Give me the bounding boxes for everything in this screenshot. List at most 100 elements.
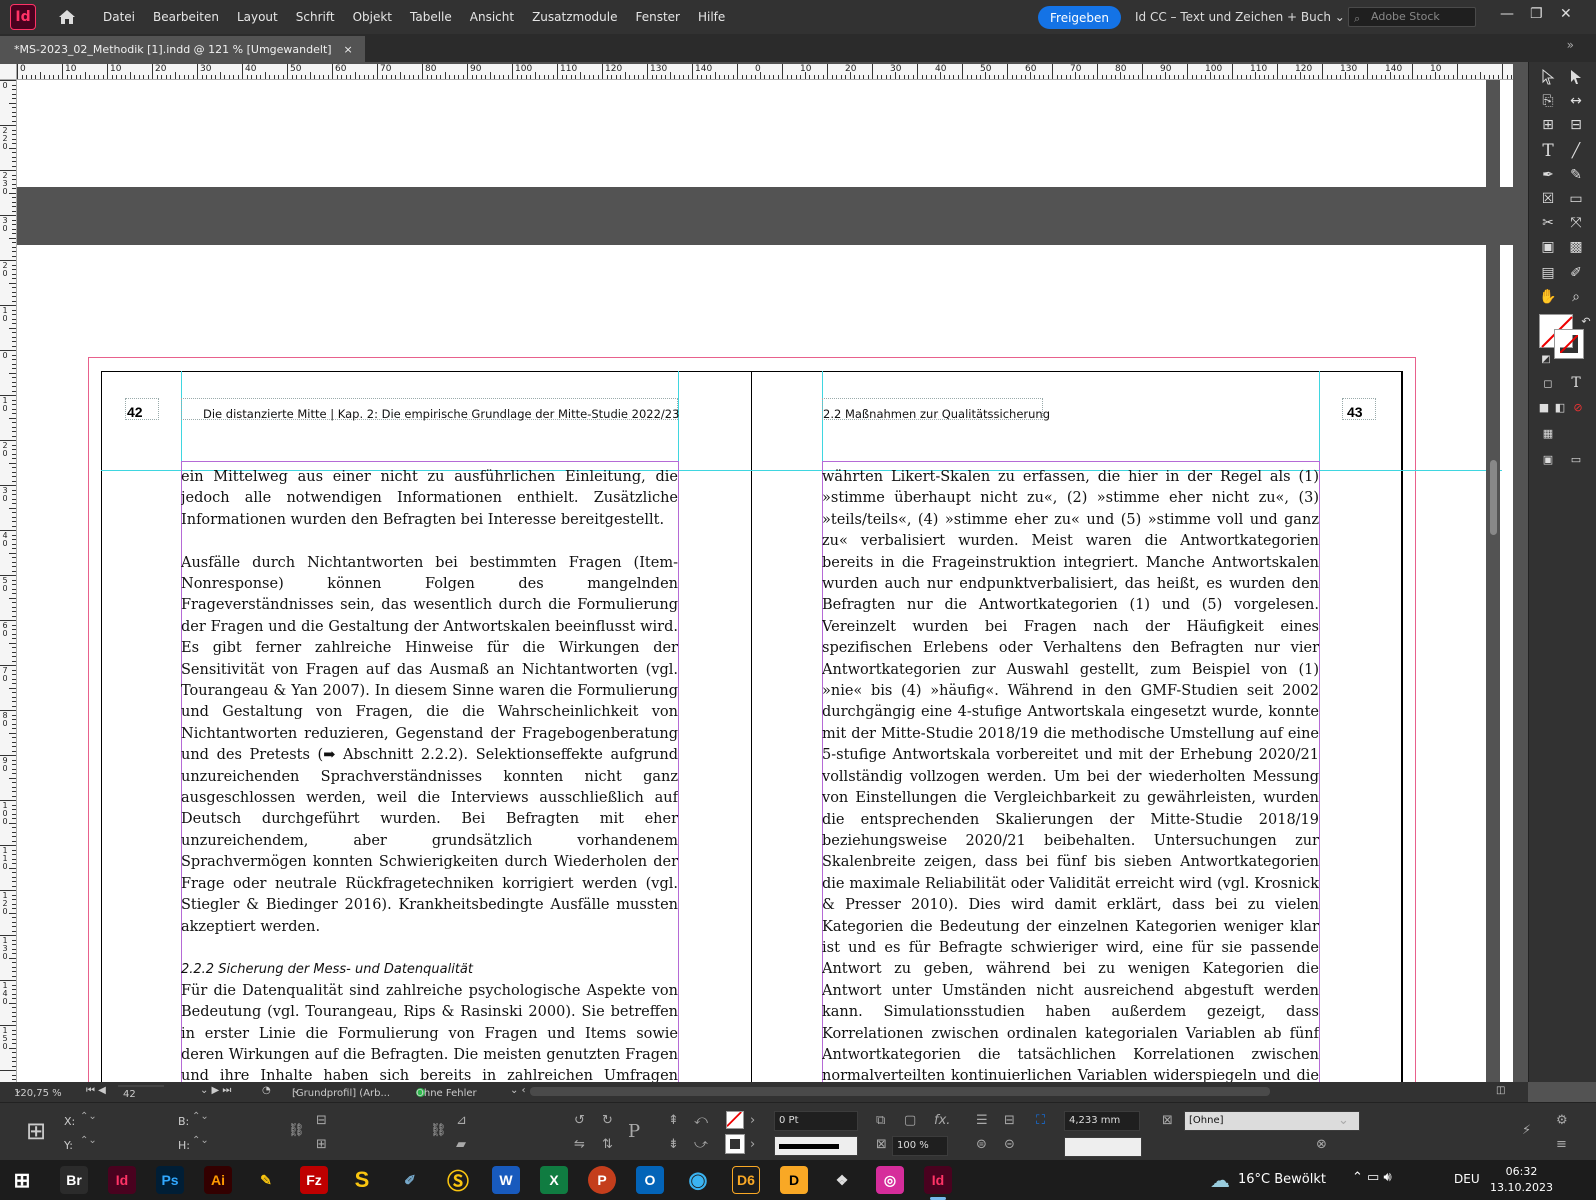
swap-fill-stroke-icon[interactable]: ↶ — [1575, 310, 1596, 332]
photoshop-app-icon[interactable]: Ps — [156, 1166, 184, 1194]
constrain-proportions-icon[interactable]: ⛓ — [288, 1123, 305, 1138]
restore-icon[interactable]: ❐ — [1530, 6, 1543, 22]
menu-zusatzmodule[interactable]: Zusatzmodule — [523, 10, 626, 24]
object-style-select[interactable]: [Ohne] — [1184, 1111, 1360, 1131]
vertical-center-icon[interactable]: ⊝ — [1004, 1137, 1015, 1152]
gradient-swatch-tool-icon[interactable]: ▣ — [1537, 236, 1559, 258]
scale-x-icon[interactable]: ⊟ — [316, 1113, 327, 1128]
excel-app-icon[interactable]: X — [540, 1166, 568, 1194]
shear-icon[interactable]: ▰ — [456, 1137, 466, 1152]
effects-icon[interactable]: fx. — [934, 1113, 950, 1128]
default-colors-icon[interactable]: ◩ — [1535, 348, 1557, 370]
view-mode-icon[interactable]: ▣ — [1537, 448, 1559, 470]
workspace-switcher[interactable]: Id CC – Text und Zeichen + Buch ⌄ — [1135, 10, 1345, 24]
language-indicator[interactable]: DEU — [1454, 1172, 1480, 1186]
align-text-icon[interactable]: ☰ — [976, 1113, 988, 1128]
clear-overrides-icon[interactable]: ⊗ — [1316, 1137, 1327, 1152]
content-collector-icon[interactable]: ⊞ — [1537, 114, 1559, 136]
rectangle-frame-tool-icon[interactable]: ☒ — [1537, 188, 1559, 210]
preflight-profile[interactable]: [Grundprofil] (Arb... ⌄ — [292, 1085, 390, 1099]
constrain-scale-icon[interactable]: ⛓ — [430, 1123, 447, 1138]
content-placer-icon[interactable]: ⊟ — [1565, 114, 1587, 136]
gap-tool-icon[interactable]: ↔ — [1565, 90, 1587, 112]
zoom-tool-icon[interactable]: ⌕ — [1565, 286, 1587, 308]
mode-icon[interactable]: ▦ — [1537, 422, 1559, 444]
right-text-frame[interactable]: währten Likert-Skalen zu erfassen, die h… — [822, 467, 1319, 1082]
menu-schrift[interactable]: Schrift — [287, 10, 344, 24]
vertical-justify-icon[interactable]: ⊜ — [976, 1137, 987, 1152]
settings-gear-icon[interactable]: ⚙ — [1556, 1113, 1568, 1128]
screen-mode-icon[interactable]: ▭ — [1565, 448, 1587, 470]
opacity-icon[interactable]: ⊠ — [876, 1137, 887, 1152]
indesign-app-icon[interactable]: Id — [108, 1166, 136, 1194]
opacity-field[interactable]: 100 % — [892, 1136, 948, 1156]
stroke-none-swatch[interactable] — [725, 1134, 745, 1154]
stock-search-input[interactable]: ⌕ Adobe Stock — [1348, 7, 1476, 27]
layout-view-icon[interactable]: ◫ — [1496, 1085, 1505, 1096]
pencil-tool-icon[interactable]: ✎ — [1565, 164, 1587, 186]
hand-tool-icon[interactable]: ✋ — [1537, 286, 1559, 308]
horizontal-ruler[interactable]: 0 10 10 20 30 40 50 60 70 80 90 100 110 120 130 140 0 10 2… — [17, 64, 1513, 80]
scrollbar-thumb[interactable] — [1490, 460, 1497, 535]
flip-horizontal-icon[interactable]: ⇋ — [574, 1137, 585, 1152]
close-tab-icon[interactable]: × — [344, 43, 353, 56]
format-text-icon[interactable]: T — [1565, 372, 1587, 394]
menu-fenster[interactable]: Fenster — [626, 10, 689, 24]
rotate-ccw-icon[interactable]: ↺ — [574, 1113, 585, 1128]
menu-layout[interactable]: Layout — [228, 10, 287, 24]
text-frame-options-icon[interactable]: ⊟ — [1004, 1113, 1015, 1128]
corner-options-icon[interactable]: ▢ — [904, 1113, 916, 1128]
edge-app-icon[interactable]: ◉ — [684, 1166, 712, 1194]
menu-bearbeiten[interactable]: Bearbeiten — [144, 10, 228, 24]
auto-fit-icon[interactable]: ⛶ — [1036, 1113, 1045, 1128]
filezilla-app-icon[interactable]: Fz — [300, 1166, 328, 1194]
page-tool-icon[interactable]: ⎘ — [1537, 90, 1559, 112]
scale-y-icon[interactable]: ⊞ — [316, 1137, 327, 1152]
clock[interactable]: 06:32 13.10.2023 — [1490, 1164, 1553, 1196]
menu-hilfe[interactable]: Hilfe — [689, 10, 734, 24]
ruler-origin[interactable] — [0, 64, 17, 80]
windows-start-icon[interactable]: ⊞ — [8, 1166, 36, 1194]
free-transform-tool-icon[interactable]: ⤧ — [1565, 212, 1587, 234]
d6-app-icon[interactable]: D6 — [732, 1166, 760, 1194]
fill-menu-icon[interactable]: › — [750, 1113, 755, 1128]
vertical-scrollbar[interactable] — [1486, 80, 1500, 1082]
height-stepper[interactable]: ⌃⌄ — [192, 1135, 209, 1146]
stroke-weight-field[interactable]: 0 Pt — [774, 1111, 858, 1131]
feather-app-icon[interactable]: ✎ — [252, 1166, 280, 1194]
open-page-icon[interactable]: ◔ — [262, 1085, 271, 1096]
y-stepper[interactable]: ⌃⌄ — [80, 1135, 97, 1146]
swatch-select[interactable] — [1064, 1137, 1142, 1157]
d-app-icon[interactable]: D — [780, 1166, 808, 1194]
line-tool-icon[interactable]: ╱ — [1565, 140, 1587, 162]
illustrator-app-icon[interactable]: Ai — [204, 1166, 232, 1194]
pen-app-icon[interactable]: ✐ — [396, 1166, 424, 1194]
indesign-logo[interactable]: Id — [10, 4, 36, 30]
object-style-icon[interactable]: ⊠ — [1162, 1113, 1173, 1128]
preflight-menu-icon[interactable]: ⌄ ‹ — [510, 1085, 526, 1096]
stroke-menu-icon[interactable]: › — [750, 1137, 755, 1152]
select-previous-icon[interactable]: ⤺ — [694, 1113, 708, 1128]
fill-none-swatch[interactable] — [726, 1111, 744, 1129]
type-tool-icon[interactable]: T — [1537, 140, 1559, 162]
menu-tabelle[interactable]: Tabelle — [401, 10, 461, 24]
menu-ansicht[interactable]: Ansicht — [461, 10, 523, 24]
x-stepper[interactable]: ⌃⌄ — [80, 1111, 97, 1122]
panel-menu-icon[interactable]: ≡ — [1556, 1137, 1567, 1152]
gradient-feather-tool-icon[interactable]: ▩ — [1565, 236, 1587, 258]
indesign-active-app-icon[interactable]: Id — [924, 1166, 952, 1194]
menu-datei[interactable]: Datei — [94, 10, 144, 24]
rotate-cw-icon[interactable]: ↻ — [602, 1113, 613, 1128]
share-button[interactable]: Freigeben — [1038, 6, 1122, 29]
close-window-icon[interactable]: ✕ — [1560, 6, 1572, 22]
stroke-type-select[interactable] — [774, 1136, 858, 1156]
word-app-icon[interactable]: W — [492, 1166, 520, 1194]
selection-tool-icon[interactable] — [1537, 66, 1559, 88]
rotate-icon[interactable]: ⊿ — [456, 1113, 467, 1128]
quick-apply-icon[interactable]: ⚡ — [1522, 1123, 1531, 1138]
fit-frame-icon[interactable]: ⧉ — [876, 1113, 885, 1128]
creative-cloud-app-icon[interactable]: ◎ — [876, 1166, 904, 1194]
object-style-dropdown-icon[interactable]: ⌄ — [1338, 1113, 1349, 1128]
panel-collapse-icon[interactable]: » — [1567, 38, 1574, 52]
reference-point-icon[interactable]: ⊞ — [26, 1117, 46, 1145]
